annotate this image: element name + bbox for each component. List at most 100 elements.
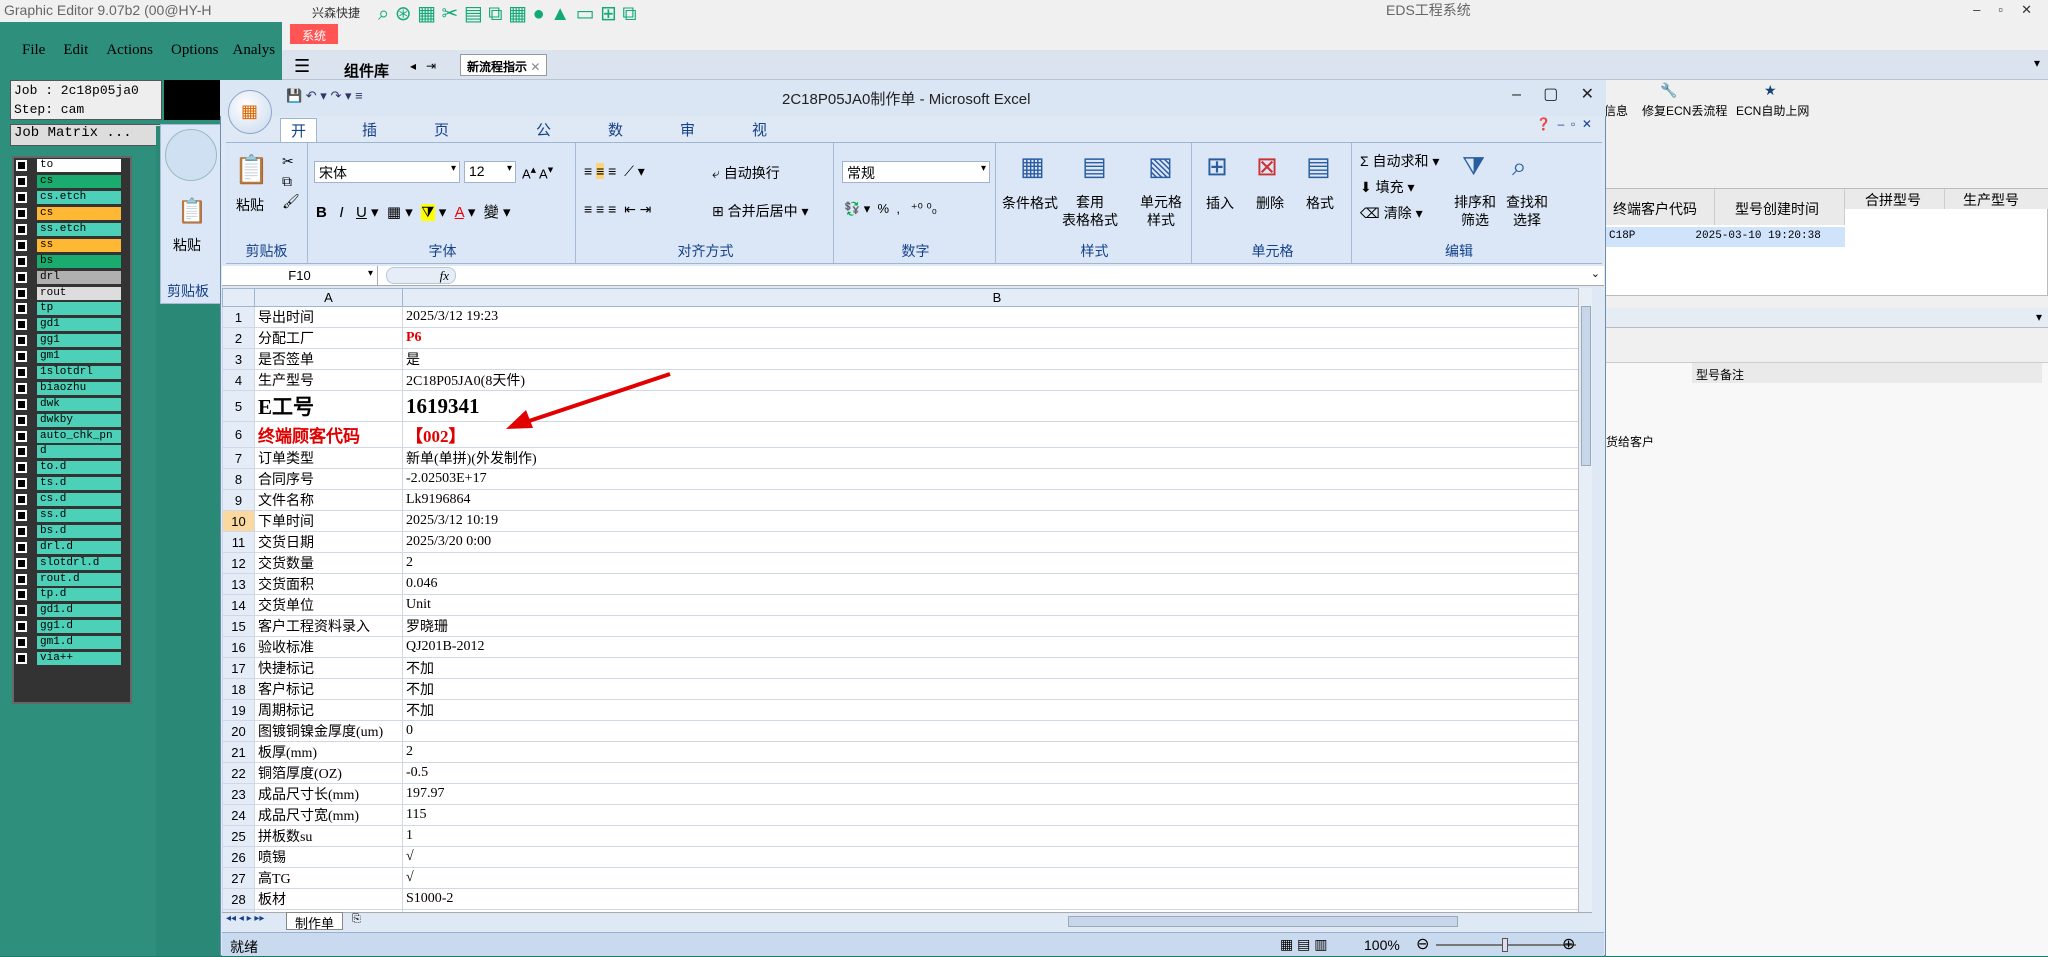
valign-buttons[interactable]: ≡ ≡ ≡ ⟋ ▾ [584, 163, 645, 180]
layer-row[interactable]: tp [16, 301, 130, 317]
layer-row[interactable]: to [16, 158, 130, 174]
layer-checkbox[interactable] [16, 351, 27, 363]
zoom-out-icon[interactable]: ⊖ [1416, 934, 1429, 954]
find-select-button[interactable]: 查找和 选择 [1506, 193, 1548, 229]
layer-checkbox[interactable] [16, 414, 27, 426]
menu-actions[interactable]: Actions [106, 42, 153, 59]
layer-row[interactable]: bs [16, 253, 130, 269]
layer-row[interactable]: cs.d [16, 492, 130, 508]
chevron-down-icon[interactable]: ▾ [2034, 56, 2040, 70]
ecn-self-service-button[interactable]: ECN自助上网 [1736, 102, 1809, 119]
layer-row[interactable]: cs [16, 174, 130, 190]
name-box[interactable]: F10 ▾ [222, 266, 378, 285]
cut-copy-format-icons[interactable]: ✂ ⧉ 🖌 [282, 151, 300, 211]
cell-style-icon[interactable]: ▧ [1148, 151, 1173, 182]
layer-row[interactable]: 1slotdrl [16, 365, 130, 381]
vertical-scrollbar[interactable] [1578, 288, 1592, 912]
layer-row[interactable]: slotdrl.d [16, 555, 130, 571]
fill-button[interactable]: ⬇ 填充 ▾ [1360, 177, 1415, 197]
paste-button[interactable]: 粘贴 [236, 195, 264, 215]
layer-row[interactable]: dwk [16, 396, 130, 412]
font-style-buttons[interactable]: B I U ▾ ▦ ▾ ⧩ ▾ A ▾ 變 ▾ [316, 201, 511, 222]
autosum-button[interactable]: Σ 自动求和 ▾ [1360, 151, 1439, 171]
eds-system-tab[interactable]: 系统 [290, 24, 338, 44]
layer-checkbox[interactable] [16, 160, 27, 172]
layer-checkbox[interactable] [16, 176, 27, 188]
layer-row[interactable]: cs.etch [16, 190, 130, 206]
layer-row[interactable]: to.d [16, 460, 130, 476]
view-mode-icons[interactable]: ▦ ▤ ▥ [1280, 936, 1327, 953]
layer-row[interactable]: via++ [16, 651, 130, 667]
format-button[interactable]: 格式 [1306, 193, 1334, 213]
layer-checkbox[interactable] [16, 335, 27, 347]
eds-tab-new-flow[interactable]: 新流程指示 ✕ [460, 54, 548, 76]
layer-row[interactable]: drl.d [16, 539, 130, 555]
office-button-icon[interactable] [165, 129, 217, 181]
delete-button[interactable]: 删除 [1256, 193, 1284, 213]
new-sheet-icon[interactable]: ⎘ [352, 913, 361, 926]
job-matrix-button[interactable]: Job Matrix ... [10, 124, 162, 146]
number-format-buttons[interactable]: 💱 ▾ % , ⁺⁰ ⁰₀ [844, 201, 937, 217]
layer-checkbox[interactable] [16, 287, 27, 299]
layer-checkbox[interactable] [16, 192, 27, 204]
layer-row[interactable]: gm1 [16, 349, 130, 365]
zoom-in-icon[interactable]: ⊕ [1562, 934, 1575, 954]
layer-checkbox[interactable] [16, 382, 27, 394]
zoom-level[interactable]: 100% [1364, 937, 1400, 953]
layer-checkbox[interactable] [16, 271, 27, 283]
format-cells-icon[interactable]: ▤ [1306, 151, 1331, 182]
font-name-select[interactable]: 宋体 ▾ [314, 161, 460, 183]
layer-checkbox[interactable] [16, 621, 27, 633]
table-row[interactable]: C18P 2025-03-10 19:20:38 [1605, 227, 1845, 247]
layer-row[interactable]: d [16, 444, 130, 460]
layer-row[interactable]: biaozhu [16, 380, 130, 396]
layer-row[interactable]: drl [16, 269, 130, 285]
formula-input[interactable] [458, 266, 1588, 285]
table-format-button[interactable]: 套用 表格格式 [1062, 193, 1118, 229]
find-select-icon[interactable]: ⌕ [1512, 151, 1527, 183]
layer-row[interactable]: gm1.d [16, 635, 130, 651]
layer-row[interactable]: auto_chk_pn [16, 428, 130, 444]
layer-checkbox[interactable] [16, 367, 27, 379]
layer-checkbox[interactable] [16, 239, 27, 251]
insert-cells-icon[interactable]: ⊞ [1206, 151, 1228, 182]
menu-edit[interactable]: Edit [63, 42, 88, 59]
layer-row[interactable]: gd1 [16, 317, 130, 333]
layer-checkbox[interactable] [16, 541, 27, 553]
worksheet-grid[interactable]: A B 1 导出时间 2025/3/12 19:23 2 分配工厂 P6 3 是否签单是 4 生产… [222, 288, 1592, 912]
layer-checkbox[interactable] [16, 605, 27, 617]
layer-checkbox[interactable] [16, 653, 27, 665]
layer-checkbox[interactable] [16, 462, 27, 474]
layer-row[interactable]: rout [16, 285, 130, 301]
conditional-format-button[interactable]: 条件格式 [1002, 193, 1058, 213]
layer-row[interactable]: gg1.d [16, 619, 130, 635]
toolbar-icons[interactable]: ⌕ ⊛ ▦ ✂ ▤ ⧉ ▦ ● ▲ ▭ ⊞ ⧉ [378, 1, 637, 26]
menu-file[interactable]: File [22, 42, 45, 59]
eds-window-controls[interactable]: – ▫ ✕ [1973, 2, 2032, 18]
layer-checkbox[interactable] [16, 224, 27, 235]
layer-row[interactable]: dwkby [16, 412, 130, 428]
paste-icon[interactable]: 📋 [177, 197, 207, 226]
layer-checkbox[interactable] [16, 478, 27, 490]
zoom-slider-thumb[interactable] [1502, 938, 1508, 952]
zoom-slider[interactable] [1436, 938, 1576, 952]
layer-row[interactable]: gd1.d [16, 603, 130, 619]
excel-window-controls[interactable]: – ▢ ✕ [1512, 84, 1594, 104]
paste-icon[interactable]: 📋 [234, 153, 269, 186]
sort-filter-button[interactable]: 排序和 筛选 [1454, 193, 1496, 229]
fix-ecn-button[interactable]: 修复ECN丢流程 [1642, 102, 1727, 119]
layer-checkbox[interactable] [16, 208, 27, 220]
layer-checkbox[interactable] [16, 494, 27, 506]
layer-row[interactable]: cs [16, 206, 130, 222]
sheet-tab[interactable]: 制作单 [286, 912, 344, 931]
eds-tab-components[interactable]: 组件库 [344, 60, 389, 81]
layer-checkbox[interactable] [16, 589, 27, 601]
layer-checkbox[interactable] [16, 303, 27, 315]
nav-arrows-icon[interactable]: ◂ ⇥ [410, 59, 436, 73]
layer-row[interactable]: ss.etch [16, 222, 130, 238]
menu-analysis[interactable]: Analys [233, 42, 276, 59]
layer-row[interactable]: gg1 [16, 333, 130, 349]
layer-checkbox[interactable] [16, 319, 27, 331]
layer-checkbox[interactable] [16, 255, 27, 267]
expand-formula-icon[interactable]: ⌄ [1591, 267, 1600, 280]
